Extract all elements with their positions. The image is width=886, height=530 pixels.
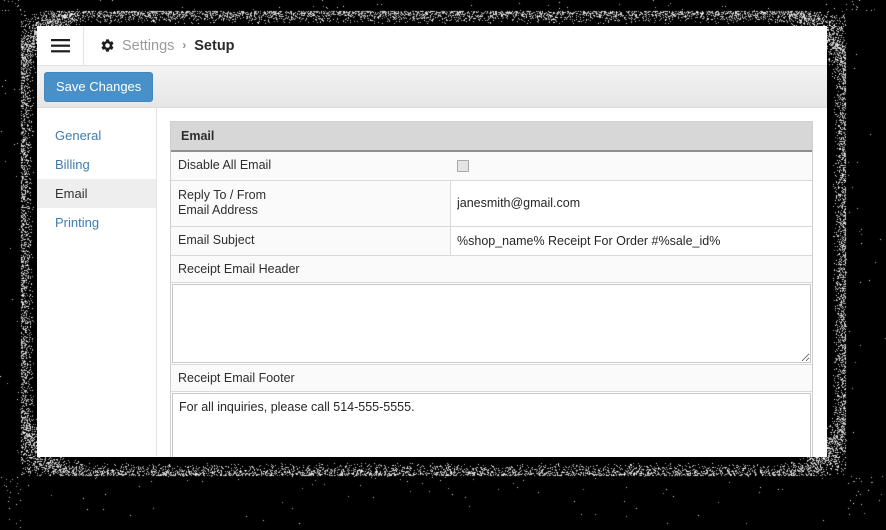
sidebar-item-billing[interactable]: Billing <box>37 150 156 179</box>
disable-all-email-checkbox[interactable] <box>457 159 469 172</box>
desktop-backdrop: Settings › Setup Save Changes General Bi… <box>0 0 886 530</box>
gear-icon[interactable] <box>100 38 115 53</box>
settings-sidebar: General Billing Email Printing <box>37 108 157 456</box>
breadcrumb-settings[interactable]: Settings <box>122 38 174 54</box>
sidebar-item-printing[interactable]: Printing <box>37 208 156 237</box>
settings-content: Email Disable All Email Reply To / From … <box>157 108 827 457</box>
hamburger-icon <box>50 38 70 53</box>
disable-all-email-cell <box>450 152 812 180</box>
reply-to-email-label-line2: Email Address <box>178 203 258 218</box>
breadcrumb-separator: › <box>182 39 187 52</box>
receipt-email-footer-wrap: For all inquiries, please call 514-555-5… <box>171 391 812 457</box>
table-row: Email Subject <box>171 226 812 256</box>
breadcrumb: Settings › Setup <box>84 26 235 65</box>
email-subject-cell <box>450 226 812 255</box>
receipt-email-footer-label: Receipt Email Footer <box>171 364 812 392</box>
email-subject-input[interactable] <box>457 226 806 255</box>
hamburger-menu-button[interactable] <box>37 26 84 65</box>
email-subject-label: Email Subject <box>171 226 450 255</box>
panel-title: Email <box>171 122 812 152</box>
reply-to-email-label-line1: Reply To / From <box>178 187 266 202</box>
app-window: Settings › Setup Save Changes General Bi… <box>37 26 827 457</box>
sidebar-item-general[interactable]: General <box>37 121 156 150</box>
action-toolbar: Save Changes <box>37 66 827 108</box>
receipt-email-header-wrap <box>171 282 812 365</box>
email-settings-panel: Email Disable All Email Reply To / From … <box>170 121 813 457</box>
receipt-email-footer-textarea[interactable]: For all inquiries, please call 514-555-5… <box>172 392 811 457</box>
save-changes-button[interactable]: Save Changes <box>44 71 154 102</box>
disable-all-email-label: Disable All Email <box>171 152 450 180</box>
reply-to-email-cell <box>450 180 812 226</box>
breadcrumb-current: Setup <box>194 37 235 54</box>
reply-to-email-label: Reply To / From Email Address <box>171 180 450 226</box>
table-row: Reply To / From Email Address <box>171 180 812 227</box>
sidebar-item-email[interactable]: Email <box>37 179 156 208</box>
settings-body: General Billing Email Printing Email Dis… <box>37 108 827 457</box>
receipt-email-header-label: Receipt Email Header <box>171 255 812 283</box>
top-bar: Settings › Setup <box>37 26 827 66</box>
reply-to-email-input[interactable] <box>457 189 806 218</box>
table-row: Disable All Email <box>171 152 812 181</box>
receipt-email-header-textarea[interactable] <box>172 283 811 363</box>
